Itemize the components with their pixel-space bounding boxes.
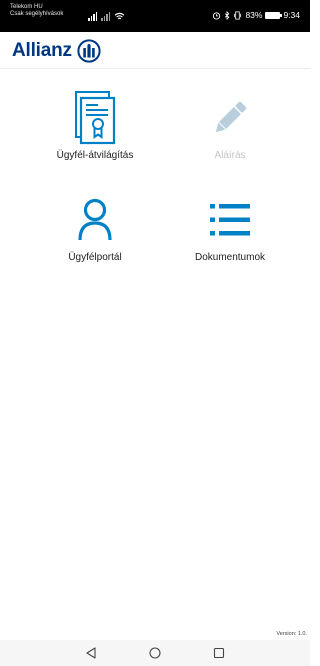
allianz-eagle-icon — [77, 39, 101, 63]
logo-text: Allianz — [12, 40, 72, 61]
navigation-bar — [0, 640, 310, 666]
back-icon[interactable] — [85, 647, 97, 659]
battery-icon — [265, 11, 283, 19]
list-icon — [210, 204, 250, 236]
recents-icon[interactable] — [213, 647, 225, 659]
home-icon[interactable] — [149, 647, 161, 659]
carrier-status: Csak segélyhívások — [10, 11, 64, 17]
carrier-info: Telekom HU Csak segélyhívások — [10, 4, 63, 18]
tile-alairas[interactable]: Aláírás — [160, 88, 300, 161]
status-right: 83% 9:34 — [212, 10, 300, 20]
tile-ugyfel-atvilagitas[interactable]: Ügyfél-átvilágítás — [25, 88, 165, 161]
version-text: Version: 1.0. — [276, 631, 307, 637]
clock: 9:34 — [283, 10, 300, 20]
signal-icon — [88, 12, 97, 21]
pencil-icon — [215, 101, 247, 133]
vibrate-icon — [234, 10, 242, 20]
bluetooth-icon — [225, 10, 230, 20]
app-header: Allianz — [0, 32, 310, 69]
tile-label: Ügyfélportál — [68, 252, 122, 263]
allianz-logo: Allianz — [12, 39, 101, 63]
signal-icons — [88, 11, 125, 21]
signal-2-icon — [101, 12, 110, 21]
alarm-icon — [213, 11, 221, 20]
status-bar: Telekom HU Csak segélyhívások 83% 9:34 — [0, 0, 310, 32]
tile-ugyfelportal[interactable]: Ügyfélportál — [25, 190, 165, 263]
tile-dokumentumok[interactable]: Dokumentumok — [160, 190, 300, 263]
certificate-document-icon — [75, 91, 116, 145]
battery-percent: 83% — [245, 10, 263, 20]
wifi-icon — [114, 12, 125, 20]
carrier-name: Telekom HU — [10, 4, 43, 10]
tile-label: Ügyfél-átvilágítás — [56, 150, 134, 161]
user-icon — [78, 198, 112, 241]
tile-label: Dokumentumok — [194, 252, 266, 263]
tile-label: Aláírás — [214, 150, 246, 161]
